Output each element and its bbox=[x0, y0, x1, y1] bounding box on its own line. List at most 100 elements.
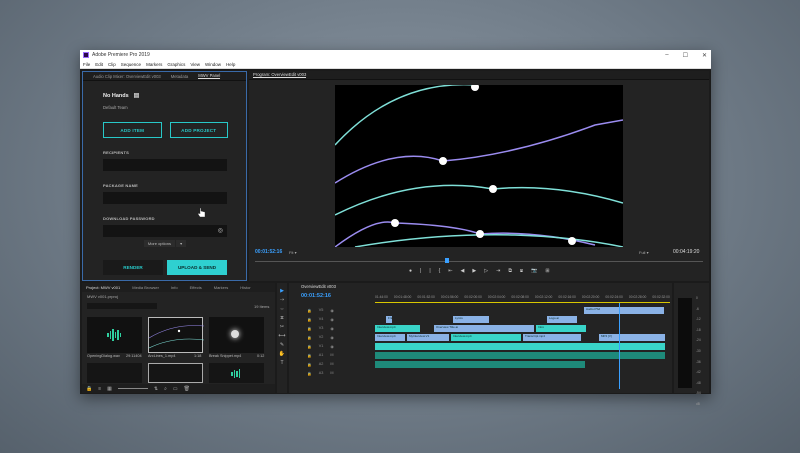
extract-button[interactable]: ⧈ bbox=[520, 268, 523, 274]
track-select-tool-icon[interactable]: ⇢ bbox=[280, 297, 284, 303]
zoom-slider[interactable] bbox=[117, 388, 148, 389]
menu-markers[interactable]: Markers bbox=[146, 62, 162, 67]
selection-tool-icon[interactable]: ▶ bbox=[280, 288, 284, 294]
tab-history[interactable]: Histor bbox=[240, 285, 250, 290]
tab-sequence[interactable]: OverviewEdit v003 bbox=[301, 284, 336, 289]
menu-view[interactable]: View bbox=[190, 62, 200, 67]
hand-tool-icon[interactable]: ✋ bbox=[279, 351, 285, 357]
eye-icon[interactable]: ◉ bbox=[330, 344, 333, 349]
timeline-clip[interactable]: Lyrics bbox=[453, 316, 489, 323]
eye-icon[interactable]: ◉ bbox=[330, 317, 333, 322]
search-icon[interactable]: ⌕ bbox=[164, 386, 167, 392]
tab-effects[interactable]: Effects bbox=[190, 285, 202, 290]
timeline-timecode[interactable]: 00:01:52:16 bbox=[301, 293, 331, 299]
mark-out-button[interactable]: | bbox=[429, 268, 430, 274]
timeline-clip[interactable]: Intro bbox=[536, 325, 586, 332]
download-password-input[interactable]: ◎ bbox=[103, 225, 227, 237]
lock-icon[interactable]: 🔒 bbox=[307, 344, 312, 349]
project-item-thumbnail[interactable] bbox=[209, 363, 264, 383]
render-button[interactable]: RENDER bbox=[103, 260, 163, 275]
lock-icon[interactable]: 🔒 bbox=[307, 335, 312, 340]
program-video-frame[interactable] bbox=[335, 85, 623, 247]
project-search-input[interactable] bbox=[87, 303, 157, 309]
step-forward-button[interactable]: ▷ bbox=[484, 268, 488, 274]
project-item-thumbnail[interactable] bbox=[148, 317, 205, 353]
timeline-playhead[interactable] bbox=[619, 303, 620, 389]
upload-send-button[interactable]: UPLOAD & SEND bbox=[167, 260, 227, 275]
trash-icon[interactable]: 🗑 bbox=[184, 386, 190, 392]
add-project-button[interactable]: ADD PROJECT bbox=[169, 122, 228, 138]
eye-slash-icon[interactable]: ◎ bbox=[218, 227, 223, 234]
step-back-button[interactable]: ⇤ bbox=[448, 268, 452, 274]
mute-icon[interactable]: M bbox=[330, 371, 333, 376]
timeline-clip[interactable]: MyInterview.V1 bbox=[407, 334, 449, 341]
timeline-clip[interactable]: Interview.mp4 bbox=[375, 325, 420, 332]
lift-button[interactable]: ⧉ bbox=[508, 268, 512, 274]
timeline-clip[interactable]: Audio.PSd bbox=[584, 307, 664, 314]
timeline-clip[interactable]: Logo.ai bbox=[547, 316, 577, 323]
recipients-input[interactable] bbox=[103, 159, 227, 171]
lock-icon[interactable]: 🔒 bbox=[307, 362, 312, 367]
timeline-clip[interactable]: MP4 [V] bbox=[599, 334, 665, 341]
program-timecode[interactable]: 00:01:52:16 bbox=[255, 249, 282, 255]
menu-window[interactable]: Window bbox=[205, 62, 221, 67]
lock-icon[interactable]: 🔒 bbox=[307, 308, 312, 313]
sort-icon[interactable]: ⇅ bbox=[154, 386, 158, 392]
playhead-marker[interactable] bbox=[445, 258, 449, 263]
timeline-clip[interactable]: Transcript.mp4 bbox=[523, 334, 581, 341]
tab-info[interactable]: Info bbox=[171, 285, 178, 290]
audio-clip[interactable] bbox=[375, 361, 585, 368]
timeline-clip[interactable]: Overview Title.ai bbox=[434, 325, 534, 332]
menu-edit[interactable]: Edit bbox=[95, 62, 103, 67]
icon-view-icon[interactable]: ▦ bbox=[107, 386, 112, 392]
timeline-clip[interactable]: Interview.mp4 bbox=[451, 334, 521, 341]
export-frame-button[interactable]: 📷 bbox=[531, 268, 537, 274]
go-to-out-button[interactable]: ⇥ bbox=[496, 268, 500, 274]
menu-sequence[interactable]: Sequence bbox=[121, 62, 141, 67]
lock-icon[interactable]: 🔒 bbox=[307, 317, 312, 322]
pen-tool-icon[interactable]: ✎ bbox=[280, 342, 284, 348]
lock-icon[interactable]: 🔒 bbox=[307, 353, 312, 358]
tab-metadata[interactable]: Metadata bbox=[171, 74, 188, 79]
razor-tool-icon[interactable]: ✂ bbox=[280, 324, 284, 330]
slip-tool-icon[interactable]: ⟷ bbox=[278, 333, 285, 339]
menu-clip[interactable]: Clip bbox=[108, 62, 116, 67]
close-button[interactable]: ✕ bbox=[702, 52, 707, 59]
package-name-input[interactable] bbox=[103, 192, 227, 204]
rewind-button[interactable]: ◀ bbox=[461, 268, 465, 274]
tab-media-browser[interactable]: Media Browser bbox=[132, 285, 159, 290]
type-tool-icon[interactable]: T bbox=[280, 360, 283, 366]
mute-icon[interactable]: M bbox=[330, 353, 333, 358]
play-button[interactable]: ▶ bbox=[472, 268, 476, 274]
tab-project[interactable]: Project: MWV v001 bbox=[86, 285, 120, 290]
mute-icon[interactable]: M bbox=[330, 362, 333, 367]
list-view-icon[interactable]: ≡ bbox=[98, 386, 101, 392]
lock-icon[interactable]: 🔒 bbox=[86, 386, 92, 392]
document-icon[interactable]: ▤ bbox=[134, 92, 140, 99]
eye-icon[interactable]: ◉ bbox=[330, 335, 333, 340]
lock-icon[interactable]: 🔒 bbox=[307, 326, 312, 331]
minimize-button[interactable]: – bbox=[665, 52, 668, 58]
timeline-clip[interactable]: Interview.mp4 bbox=[375, 334, 405, 341]
mark-in-button[interactable]: | bbox=[420, 268, 421, 274]
project-item-thumbnail[interactable] bbox=[148, 363, 203, 383]
program-scrubber[interactable] bbox=[255, 261, 703, 262]
work-area-bar[interactable] bbox=[375, 302, 670, 303]
ripple-edit-tool-icon[interactable]: ⇔ bbox=[280, 306, 285, 312]
tab-program[interactable]: Program: OverviewEdit v003 bbox=[253, 72, 307, 78]
timeline-clip[interactable] bbox=[375, 343, 665, 350]
resolution-select[interactable]: Full ▾ bbox=[639, 250, 649, 255]
timeline-clip[interactable]: Friend bbox=[386, 316, 392, 323]
time-ruler[interactable]: 01:44:00 00:01:48:00 00:01:52:00 00:01:5… bbox=[375, 295, 670, 301]
menu-help[interactable]: Help bbox=[226, 62, 235, 67]
project-item-thumbnail[interactable] bbox=[87, 317, 142, 353]
tab-mwv-panel[interactable]: MWV Panel bbox=[198, 73, 221, 79]
lock-icon[interactable]: 🔒 bbox=[307, 371, 312, 376]
zoom-fit-select[interactable]: Fit ▾ bbox=[289, 250, 297, 255]
more-options-toggle[interactable]: More options ▾ bbox=[103, 240, 227, 247]
project-item-thumbnail[interactable] bbox=[209, 317, 264, 353]
tab-markers[interactable]: Markers bbox=[214, 285, 228, 290]
tab-audio-clip-mixer[interactable]: Audio Clip Mixer: OverviewEdit v003 bbox=[93, 74, 161, 79]
maximize-button[interactable]: ☐ bbox=[683, 52, 688, 59]
eye-icon[interactable]: ◉ bbox=[330, 308, 333, 313]
